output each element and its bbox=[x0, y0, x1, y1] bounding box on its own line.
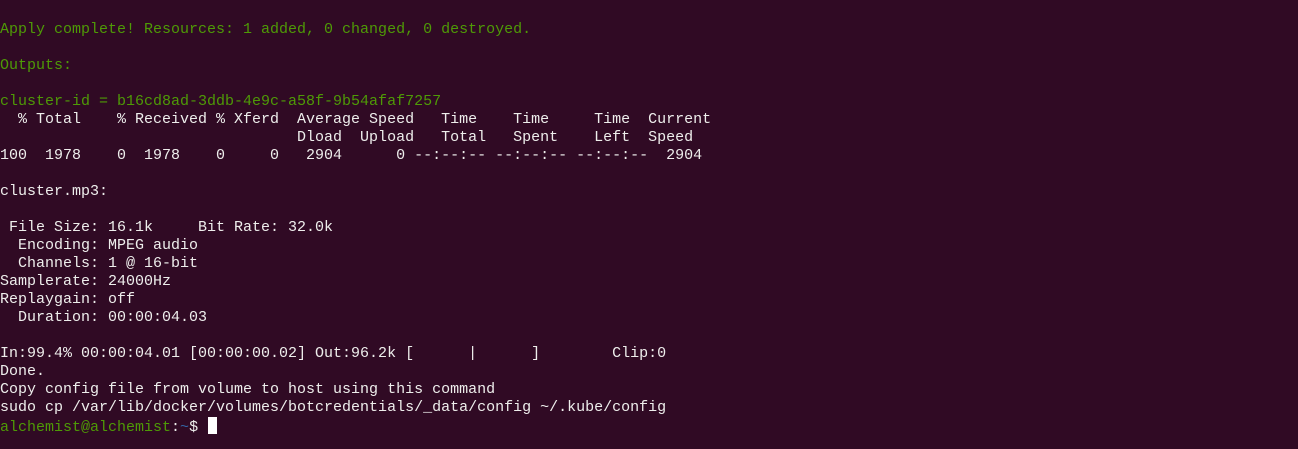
curl-progress-row: 100 1978 0 1978 0 0 2904 0 --:--:-- --:-… bbox=[0, 147, 703, 164]
prompt-user-host: alchemist@alchemist bbox=[0, 419, 172, 436]
curl-header-1: % Total % Received % Xferd Average Speed… bbox=[0, 111, 712, 128]
copy-message: Copy config file from volume to host usi… bbox=[0, 381, 496, 398]
sox-channels: Channels: 1 @ 16-bit bbox=[0, 255, 199, 272]
sox-encoding: Encoding: MPEG audio bbox=[0, 237, 199, 254]
cursor bbox=[208, 417, 218, 434]
outputs-label: Outputs: bbox=[0, 57, 73, 74]
cluster-id-output: cluster-id = b16cd8ad-3ddb-4e9c-a58f-9b5… bbox=[0, 93, 442, 110]
sox-samplerate: Samplerate: 24000Hz bbox=[0, 273, 172, 290]
sox-replaygain: Replaygain: off bbox=[0, 291, 136, 308]
prompt-separator: : bbox=[171, 419, 181, 436]
sox-done: Done. bbox=[0, 363, 46, 380]
prompt-symbol: $ bbox=[189, 419, 208, 436]
prompt-path: ~ bbox=[180, 419, 190, 436]
copy-command: sudo cp /var/lib/docker/volumes/botcrede… bbox=[0, 399, 667, 416]
apply-complete-line: Apply complete! Resources: 1 added, 0 ch… bbox=[0, 21, 532, 38]
sox-filename: cluster.mp3: bbox=[0, 183, 109, 200]
terminal-output[interactable]: Apply complete! Resources: 1 added, 0 ch… bbox=[0, 21, 712, 436]
shell-prompt[interactable]: alchemist@alchemist:~$ bbox=[0, 417, 711, 436]
curl-header-2: Dload Upload Total Spent Left Speed bbox=[0, 129, 694, 146]
sox-duration: Duration: 00:00:04.03 bbox=[0, 309, 208, 326]
sox-file-size: File Size: 16.1k Bit Rate: 32.0k bbox=[0, 219, 334, 236]
sox-progress: In:99.4% 00:00:04.01 [00:00:00.02] Out:9… bbox=[0, 345, 667, 362]
